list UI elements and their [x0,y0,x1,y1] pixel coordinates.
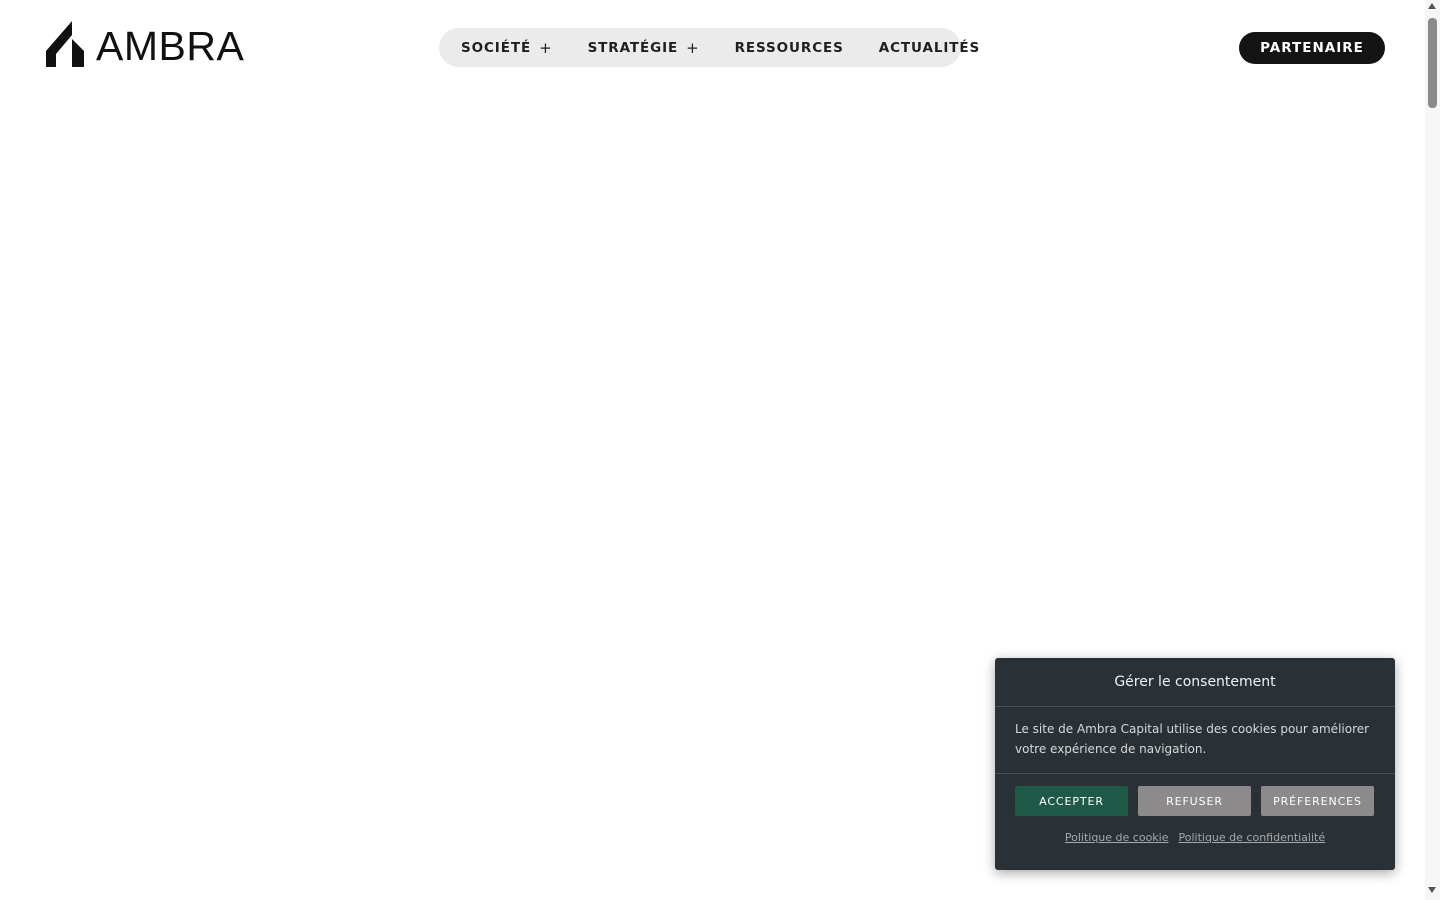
refuse-button[interactable]: REFUSER [1138,786,1251,816]
nav-label: SOCIÉTÉ [461,39,532,56]
nav-label: STRATÉGIE [587,39,679,56]
cookie-policy-link[interactable]: Politique de cookie [1065,831,1169,844]
accept-button[interactable]: ACCEPTER [1015,786,1128,816]
scroll-thumb[interactable] [1428,18,1437,108]
scroll-up-arrow-icon[interactable] [1428,3,1436,9]
scroll-down-arrow-icon[interactable] [1428,887,1436,893]
nav-item-ressources[interactable]: RESSOURCES [735,40,844,56]
plus-icon: + [686,38,700,57]
cookie-consent-dialog: Gérer le consentement Le site de Ambra C… [995,658,1395,870]
privacy-policy-link[interactable]: Politique de confidentialité [1179,831,1326,844]
ambra-logo[interactable]: AMBRA [46,20,245,69]
site-header: AMBRA SOCIÉTÉ + STRATÉGIE + RESSOURCES A… [0,0,1425,96]
nav-item-strategie[interactable]: STRATÉGIE + [588,39,700,57]
nav-item-societe[interactable]: SOCIÉTÉ + [461,39,553,57]
nav-item-actualites[interactable]: ACTUALITÉS [879,40,980,56]
partner-button[interactable]: PARTENAIRE [1239,32,1385,64]
plus-icon: + [539,38,553,57]
scrollbar[interactable] [1425,0,1440,900]
cookie-message: Le site de Ambra Capital utilise des coo… [995,707,1395,774]
preferences-button[interactable]: PRÉFERENCES [1261,786,1374,816]
main-nav: SOCIÉTÉ + STRATÉGIE + RESSOURCES ACTUALI… [439,28,979,67]
ambra-mark-icon [46,21,84,67]
logo-text: AMBRA [96,23,245,69]
cookie-buttons: ACCEPTER REFUSER PRÉFERENCES [995,774,1395,816]
cookie-links: Politique de cookie Politique de confide… [995,831,1395,844]
cookie-title: Gérer le consentement [995,658,1395,707]
